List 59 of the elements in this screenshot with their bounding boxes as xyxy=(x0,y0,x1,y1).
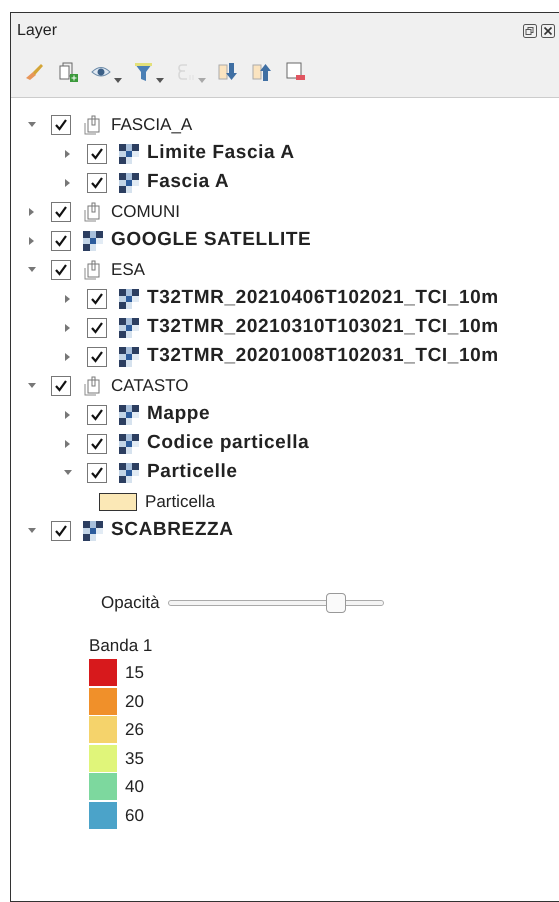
collapse-arrow-icon[interactable] xyxy=(27,264,37,274)
checkbox[interactable] xyxy=(87,462,107,482)
layer-label[interactable]: T32TMR_20210406T102021_TCI_10m xyxy=(147,284,499,313)
opacity-label: Opacità xyxy=(101,592,160,614)
raster-layer-icon xyxy=(119,462,139,482)
raster-layer-icon xyxy=(83,520,103,540)
checkbox[interactable] xyxy=(87,144,107,164)
close-icon[interactable] xyxy=(541,24,555,38)
dropdown-arrow-icon[interactable] xyxy=(156,78,164,84)
checkbox[interactable] xyxy=(87,172,107,192)
slider-thumb[interactable] xyxy=(326,593,346,613)
checkbox[interactable] xyxy=(87,404,107,424)
raster-layer-icon xyxy=(119,318,139,338)
checkbox[interactable] xyxy=(87,346,107,366)
group-label[interactable]: COMUNI xyxy=(111,198,180,224)
raster-layer-icon xyxy=(83,230,103,250)
legend-swatch xyxy=(99,492,137,510)
checkbox[interactable] xyxy=(51,202,71,222)
raster-layer-icon xyxy=(119,288,139,308)
layer-label[interactable]: T32TMR_20210310T103021_TCI_10m xyxy=(147,313,499,342)
dropdown-arrow-icon[interactable] xyxy=(114,78,122,84)
legend-value: 60 xyxy=(125,804,144,826)
float-icon[interactable] xyxy=(523,24,537,38)
legend-label: Particella xyxy=(145,490,215,513)
collapse-arrow-icon[interactable] xyxy=(27,526,37,536)
raster-layer-icon xyxy=(119,404,139,424)
checkbox[interactable] xyxy=(51,520,71,540)
raster-layer-icon xyxy=(119,434,139,454)
checkbox[interactable] xyxy=(51,230,71,250)
checkbox[interactable] xyxy=(51,376,71,396)
layer-label[interactable]: SCABREZZA xyxy=(111,516,234,545)
layer-label[interactable]: GOOGLE SATELLITE xyxy=(111,226,312,255)
layer-label[interactable]: Fascia A xyxy=(147,168,230,197)
checkbox[interactable] xyxy=(87,434,107,454)
layer-label[interactable]: Particelle xyxy=(147,458,238,487)
legend-value: 35 xyxy=(125,748,144,770)
checkbox[interactable] xyxy=(87,288,107,308)
legend-value: 40 xyxy=(125,776,144,798)
legend-value: 26 xyxy=(125,719,144,741)
raster-layer-icon xyxy=(119,172,139,192)
checkbox[interactable] xyxy=(51,260,71,280)
layer-label[interactable]: Limite Fascia A xyxy=(147,139,295,168)
panel-title: Layer xyxy=(17,21,58,41)
collapse-arrow-icon[interactable] xyxy=(27,380,37,390)
group-label[interactable]: ESA xyxy=(111,256,146,282)
layer-label[interactable]: Mappe xyxy=(147,400,210,429)
raster-layer-icon xyxy=(119,346,139,366)
group-label[interactable]: CATASTO xyxy=(111,372,188,398)
legend-value: 15 xyxy=(125,662,144,684)
legend-title: Banda 1 xyxy=(89,635,154,657)
group-label[interactable]: FASCIA_A xyxy=(111,112,192,138)
legend-value: 20 xyxy=(125,690,144,712)
checkbox[interactable] xyxy=(51,114,71,134)
layer-label[interactable]: T32TMR_20201008T102031_TCI_10m xyxy=(147,342,499,371)
collapse-arrow-icon[interactable] xyxy=(63,468,73,478)
checkbox[interactable] xyxy=(87,318,107,338)
layer-label[interactable]: Codice particella xyxy=(147,429,310,458)
raster-layer-icon xyxy=(119,144,139,164)
collapse-arrow-icon[interactable] xyxy=(27,120,37,130)
